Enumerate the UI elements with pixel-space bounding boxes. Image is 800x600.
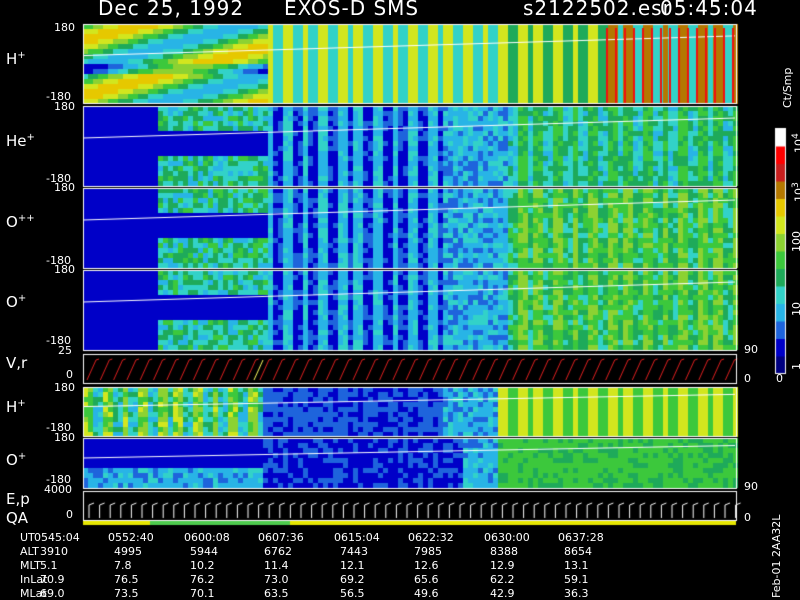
p6-ytick-top: 180 bbox=[54, 381, 75, 394]
p3-ytick-top: 180 bbox=[54, 181, 75, 194]
eph-mlat-value: 42.9 bbox=[490, 587, 515, 600]
eph-mlat-value: 56.5 bbox=[340, 587, 365, 600]
eph-alt-value: 5944 bbox=[190, 545, 218, 558]
p7-ytick-top: 180 bbox=[54, 431, 75, 444]
p5-ytick-bot: 0 bbox=[66, 368, 73, 381]
p8-ytick-top: 4000 bbox=[44, 483, 72, 496]
eph-mlt-value: 10.2 bbox=[190, 559, 215, 572]
p5-rtick-top: 90 bbox=[744, 343, 758, 356]
eph-inlat-value: 65.6 bbox=[414, 573, 439, 586]
p8-rtick: 0 bbox=[744, 511, 751, 524]
eph-mlat-value: 69.0 bbox=[40, 587, 65, 600]
p1-ytick-top: 180 bbox=[54, 21, 75, 34]
eph-ut-value: 0622:32 bbox=[408, 531, 454, 544]
p5-rtick-bot: 0 bbox=[744, 372, 751, 385]
header-instrument: EXOS-D SMS bbox=[284, 0, 420, 20]
eph-ut-value: 0600:08 bbox=[184, 531, 230, 544]
cb-tick-0: 0 bbox=[776, 372, 783, 385]
header-filename: s2122502.esr bbox=[523, 0, 672, 20]
panel2-label: He+ bbox=[6, 132, 35, 150]
eph-mlat-value: 73.5 bbox=[114, 587, 139, 600]
eph-mlt-value: 13.1 bbox=[564, 559, 589, 572]
colorbar-unit: Ct/Smp bbox=[781, 67, 794, 108]
p4-ytick-top: 180 bbox=[54, 263, 75, 276]
eph-mlat-value: 63.5 bbox=[264, 587, 289, 600]
p7-rtick: 90 bbox=[744, 480, 758, 493]
cb-tick-1e3: 103 bbox=[790, 182, 800, 202]
eph-mlt-value: 12.9 bbox=[490, 559, 515, 572]
cb-tick-1: 1 bbox=[790, 363, 800, 370]
eph-ut-value: 0630:00 bbox=[484, 531, 530, 544]
eph-inlat-value: 70.9 bbox=[40, 573, 65, 586]
eph-ut-value: 0615:04 bbox=[334, 531, 380, 544]
panel8-label: E,p bbox=[6, 490, 30, 508]
eph-alt-value: 4995 bbox=[114, 545, 142, 558]
eph-alt-value: 7443 bbox=[340, 545, 368, 558]
eph-mlt-value: 12.6 bbox=[414, 559, 439, 572]
eph-mlt-value: 12.1 bbox=[340, 559, 365, 572]
eph-ut-value: 0607:36 bbox=[258, 531, 304, 544]
eph-name-ut: UT bbox=[20, 531, 35, 544]
eph-alt-value: 3910 bbox=[40, 545, 68, 558]
eph-inlat-value: 69.2 bbox=[340, 573, 365, 586]
cb-tick-1e4: 104 bbox=[790, 133, 800, 153]
eph-mlat-value: 70.1 bbox=[190, 587, 215, 600]
eph-inlat-value: 76.5 bbox=[114, 573, 139, 586]
footer-code: Feb-01 2AA32L bbox=[770, 514, 783, 598]
panel1-label: H+ bbox=[6, 50, 26, 68]
cb-tick-10: 10 bbox=[790, 302, 800, 316]
eph-inlat-value: 62.2 bbox=[490, 573, 515, 586]
spectrogram-canvas bbox=[0, 0, 800, 600]
eph-ut-value: 0637:28 bbox=[558, 531, 604, 544]
p2-ytick-top: 180 bbox=[54, 100, 75, 113]
eph-name-alt: ALT bbox=[20, 545, 39, 558]
eph-mlt-value: 7.8 bbox=[114, 559, 132, 572]
panel4-label: O+ bbox=[6, 293, 27, 311]
panel6-label: H+ bbox=[6, 398, 26, 416]
p5-ytick-top: 25 bbox=[58, 344, 72, 357]
eph-inlat-value: 76.2 bbox=[190, 573, 215, 586]
header-time: 05:45:04 bbox=[660, 0, 758, 20]
panel5-label: V,r bbox=[6, 354, 28, 372]
eph-alt-value: 7985 bbox=[414, 545, 442, 558]
eph-mlt-value: 11.4 bbox=[264, 559, 289, 572]
eph-mlat-value: 49.6 bbox=[414, 587, 439, 600]
eph-inlat-value: 73.0 bbox=[264, 573, 289, 586]
panel3-label: O++ bbox=[6, 213, 35, 231]
eph-ut-value: 0552:40 bbox=[108, 531, 154, 544]
cb-tick-100: 100 bbox=[790, 231, 800, 252]
p8-ytick-bot: 0 bbox=[66, 508, 73, 521]
eph-ut-value: 0545:04 bbox=[34, 531, 80, 544]
eph-inlat-value: 59.1 bbox=[564, 573, 589, 586]
panel8-label2: QA bbox=[6, 509, 29, 527]
eph-alt-value: 8654 bbox=[564, 545, 592, 558]
eph-alt-value: 6762 bbox=[264, 545, 292, 558]
eph-alt-value: 8388 bbox=[490, 545, 518, 558]
panel7-label: O+ bbox=[6, 451, 27, 469]
eph-mlat-value: 36.3 bbox=[564, 587, 589, 600]
eph-mlt-value: 5.1 bbox=[40, 559, 58, 572]
eph-name-mlt: MLT bbox=[20, 559, 41, 572]
header-date: Dec 25, 1992 bbox=[98, 0, 245, 20]
